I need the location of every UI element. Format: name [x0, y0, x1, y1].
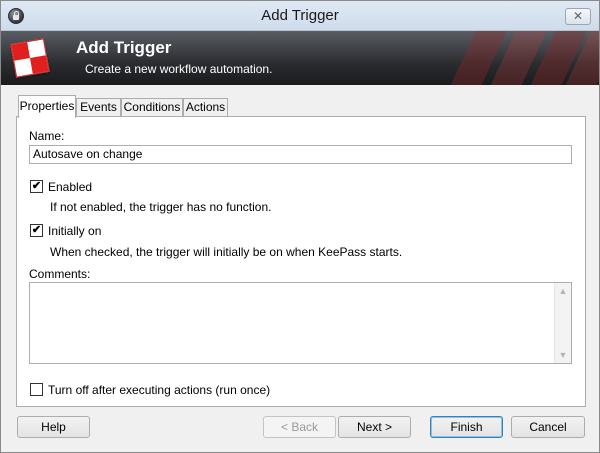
scroll-down-icon[interactable]: ▼: [555, 347, 571, 363]
trigger-logo-icon: [10, 38, 50, 78]
name-label: Name:: [29, 129, 65, 143]
banner-title: Add Trigger: [76, 38, 172, 57]
initially-on-description: When checked, the trigger will initially…: [50, 245, 403, 259]
next-button[interactable]: Next >: [338, 416, 411, 438]
run-once-checkbox[interactable]: [30, 383, 43, 396]
close-button[interactable]: ✕: [565, 8, 591, 25]
name-field[interactable]: Autosave on change: [29, 145, 572, 164]
add-trigger-dialog: Add Trigger ✕ Add Trigger Create a new w…: [0, 0, 600, 453]
initially-on-label[interactable]: Initially on: [48, 224, 101, 238]
tab-events[interactable]: Events: [76, 98, 121, 117]
properties-panel: Name: Autosave on change ✔ Enabled If no…: [16, 116, 586, 407]
window-title: Add Trigger: [261, 7, 339, 24]
cancel-button[interactable]: Cancel: [511, 416, 585, 438]
comments-label: Comments:: [29, 267, 91, 281]
scroll-up-icon[interactable]: ▲: [555, 283, 571, 299]
back-button[interactable]: < Back: [263, 416, 336, 438]
finish-button[interactable]: Finish: [430, 416, 503, 438]
title-bar: Add Trigger ✕: [1, 1, 599, 31]
tab-properties[interactable]: Properties: [18, 95, 76, 118]
enabled-description: If not enabled, the trigger has no funct…: [50, 200, 272, 214]
run-once-label[interactable]: Turn off after executing actions (run on…: [48, 383, 270, 397]
comments-field[interactable]: ▲ ▼: [29, 282, 572, 364]
tab-actions[interactable]: Actions: [183, 98, 228, 117]
enabled-label[interactable]: Enabled: [48, 180, 92, 194]
enabled-checkbox[interactable]: ✔: [30, 180, 43, 193]
comments-scrollbar[interactable]: ▲ ▼: [554, 283, 571, 363]
tab-conditions[interactable]: Conditions: [121, 98, 183, 117]
banner-subtitle: Create a new workflow automation.: [85, 62, 273, 76]
help-button[interactable]: Help: [17, 416, 90, 438]
header-banner: Add Trigger Create a new workflow automa…: [1, 31, 599, 85]
initially-on-checkbox[interactable]: ✔: [30, 224, 43, 237]
